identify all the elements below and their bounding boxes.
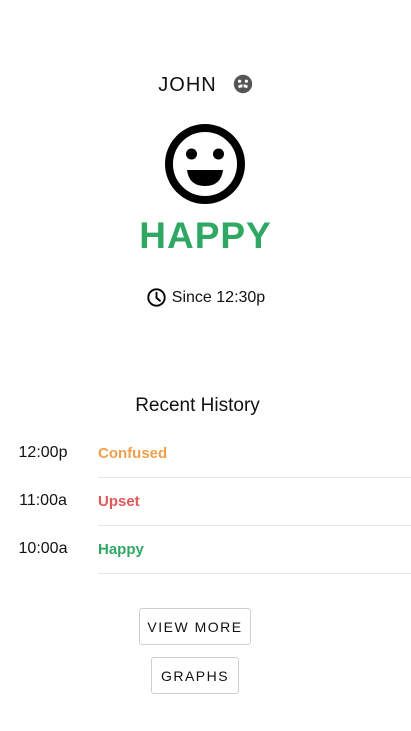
history-title: Recent History	[135, 395, 260, 416]
graphs-button[interactable]: GRAPHS	[151, 657, 239, 694]
history-row: 10:00a Happy	[0, 526, 411, 574]
view-more-button[interactable]: VIEW MORE	[139, 608, 251, 645]
history-mood: Happy	[98, 541, 144, 558]
mood-face-icon[interactable]	[233, 74, 253, 94]
history-list: 12:00p Confused 11:00a Upset 10:00a Happ…	[0, 430, 411, 574]
smiley-face-icon	[165, 124, 245, 204]
clock-icon	[147, 288, 166, 307]
history-time: 11:00a	[19, 492, 67, 509]
history-row: 11:00a Upset	[0, 478, 411, 526]
since-text: Since 12:30p	[171, 288, 266, 306]
history-time: 12:00p	[18, 444, 68, 461]
history-row: 12:00p Confused	[0, 430, 411, 478]
history-mood: Upset	[98, 493, 140, 510]
history-mood: Confused	[98, 445, 168, 462]
user-name: JOHN	[158, 74, 217, 96]
history-time: 10:00a	[18, 540, 68, 557]
header: JOHN	[0, 74, 411, 97]
row-divider	[98, 573, 411, 574]
since-row: Since 12:30p	[0, 287, 411, 308]
current-mood: HAPPY	[139, 215, 272, 256]
